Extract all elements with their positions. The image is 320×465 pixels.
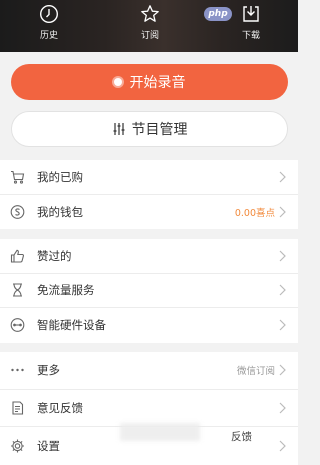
menu-item-label: 我的钱包: [37, 204, 83, 219]
start-recording-button[interactable]: 开始录音: [11, 64, 288, 100]
gear-icon: [10, 438, 25, 453]
tab-history-label: 历史: [39, 31, 58, 41]
chevron-right-icon: [279, 440, 286, 452]
menu-item-wallet[interactable]: 我的钱包 0.00喜点: [0, 195, 298, 230]
chevron-right-icon: [279, 171, 286, 183]
menu-item-label: 我的已购: [37, 169, 83, 184]
tab-subscribe[interactable]: 订阅: [120, 4, 180, 48]
clock-icon: [39, 4, 59, 24]
floating-feedback-text[interactable]: 反馈: [231, 429, 252, 444]
menu-item-label: 设置: [37, 438, 60, 453]
menu-item-label: 免流量服务: [37, 283, 95, 298]
menu-item-label: 赞过的: [37, 248, 72, 263]
menu-group-purchases: 我的已购 我的钱包 0.00喜点: [0, 160, 298, 229]
program-management-label: 节目管理: [131, 122, 188, 138]
hourglass-icon: [10, 283, 25, 298]
menu-group-services: 赞过的 免流量服务 智能硬件设备: [0, 239, 298, 343]
cart-icon: [10, 169, 25, 184]
blurred-overlay: [120, 423, 200, 441]
menu-group-more: 更多 微信订阅 意见反馈 设置: [0, 352, 298, 465]
menu-item-label: 智能硬件设备: [37, 318, 106, 333]
star-icon: [141, 5, 159, 22]
php-watermark: php: [204, 7, 232, 21]
tab-history[interactable]: 历史: [19, 4, 79, 48]
menu-item-free-data[interactable]: 免流量服务: [0, 274, 298, 308]
menu-item-label: 意见反馈: [37, 400, 83, 415]
chevron-right-icon: [279, 206, 286, 218]
top-nav-bar: 历史 订阅 下载 php: [0, 0, 298, 52]
tab-download-label: 下载: [241, 31, 260, 41]
download-icon: [243, 6, 259, 22]
menu-item-liked[interactable]: 赞过的: [0, 239, 298, 274]
chevron-right-icon: [279, 402, 286, 414]
thumbs-up-icon: [10, 248, 25, 263]
wallet-balance: 0.00喜点: [234, 207, 275, 219]
device-icon: [10, 318, 25, 333]
menu-item-feedback[interactable]: 意见反馈: [0, 390, 298, 427]
chevron-right-icon: [279, 250, 286, 262]
menu-item-smart-hardware[interactable]: 智能硬件设备: [0, 308, 298, 343]
menu-item-purchased[interactable]: 我的已购: [0, 160, 298, 195]
start-recording-label: 开始录音: [129, 75, 186, 91]
menu-item-more[interactable]: 更多 微信订阅: [0, 352, 298, 390]
chevron-right-icon: [279, 284, 286, 296]
chevron-right-icon: [279, 319, 286, 331]
wallet-icon: [10, 204, 25, 219]
menu-item-label: 更多: [37, 363, 60, 378]
record-dot-icon: [113, 78, 122, 86]
feedback-icon: [10, 400, 25, 415]
program-management-button[interactable]: 节目管理: [11, 111, 288, 147]
chevron-right-icon: [279, 364, 286, 376]
sliders-icon: [113, 123, 124, 135]
more-value: 微信订阅: [236, 366, 275, 378]
more-icon: [10, 363, 25, 378]
tab-subscribe-label: 订阅: [140, 31, 159, 41]
